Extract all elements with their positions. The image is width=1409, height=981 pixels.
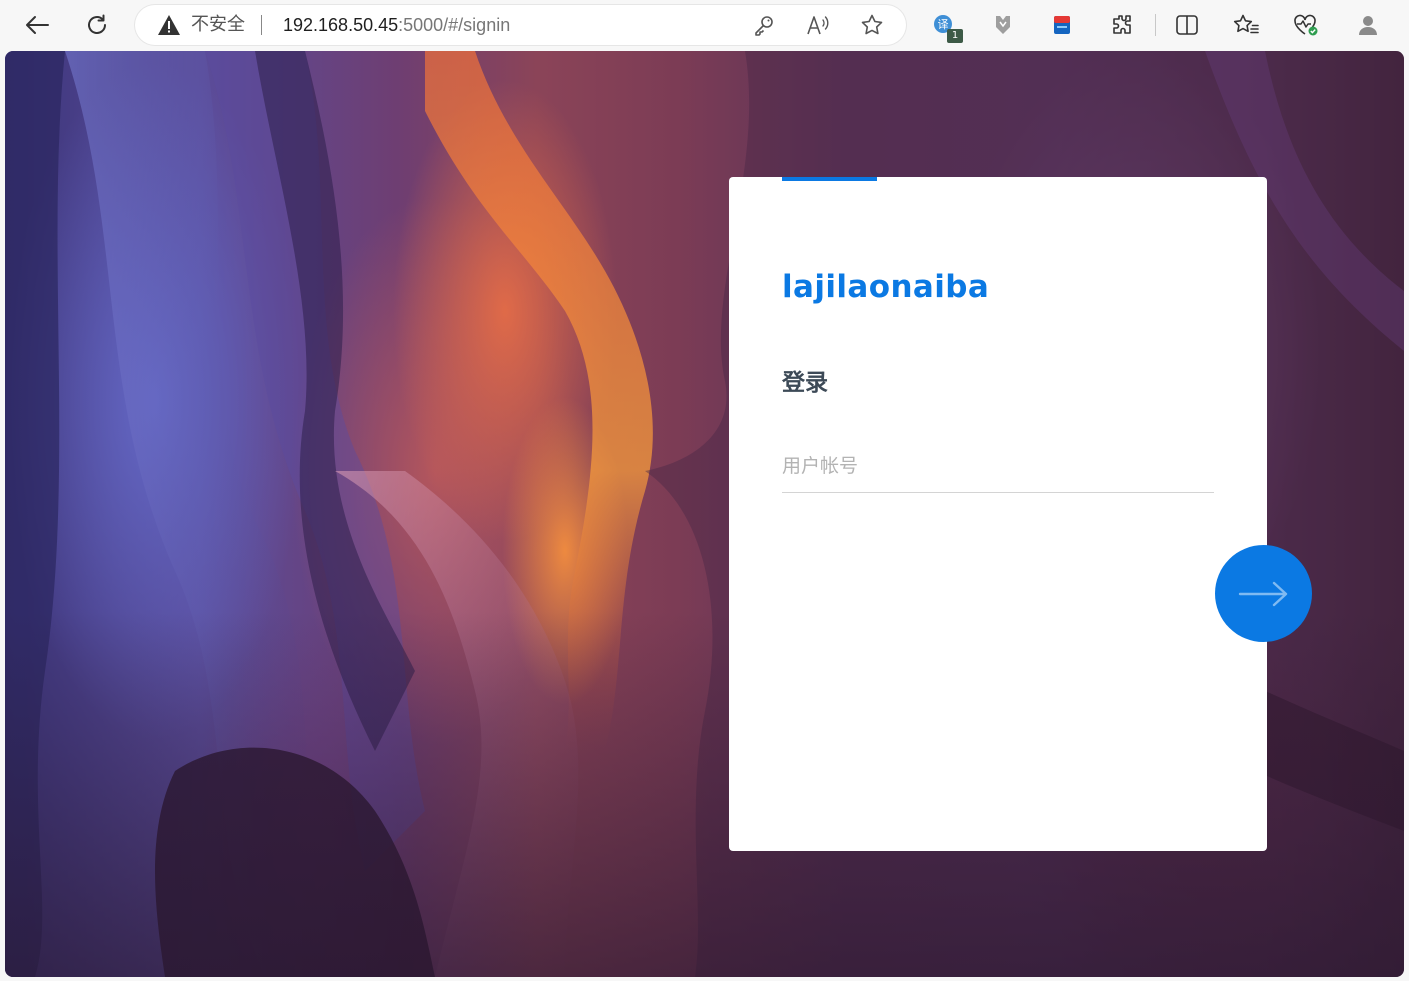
profile-icon[interactable]	[1350, 7, 1386, 43]
address-bar[interactable]: 不安全 192.168.50.45:5000/#/signin	[135, 5, 906, 45]
url-host: 192.168.50.45	[283, 15, 399, 35]
extension-badge: 1	[947, 29, 963, 43]
refresh-icon[interactable]	[79, 7, 115, 43]
heart-pulse-icon[interactable]	[1288, 7, 1324, 43]
shield-extension-icon[interactable]	[985, 7, 1021, 43]
favorites-icon[interactable]	[1228, 7, 1264, 43]
split-screen-icon[interactable]	[1169, 7, 1205, 43]
blue-extension-icon[interactable]	[1044, 7, 1080, 43]
url-text[interactable]: 192.168.50.45:5000/#/signin	[283, 14, 510, 36]
security-status-label[interactable]: 不安全	[191, 14, 245, 36]
key-icon[interactable]	[752, 13, 776, 37]
back-arrow-icon[interactable]	[19, 7, 55, 43]
toolbar-divider	[1155, 14, 1156, 36]
address-separator	[261, 15, 262, 35]
warning-icon[interactable]	[157, 14, 181, 36]
page-viewport: lajilaonaiba 登录	[5, 51, 1404, 977]
arrow-right-icon	[1238, 581, 1287, 606]
read-aloud-icon[interactable]	[806, 13, 830, 37]
card-accent-bar	[782, 177, 877, 181]
username-input[interactable]	[782, 439, 1214, 493]
url-path: :5000/#/signin	[398, 15, 511, 35]
puzzle-icon[interactable]	[1104, 7, 1140, 43]
star-icon[interactable]	[860, 13, 884, 37]
submit-button[interactable]	[1215, 545, 1312, 642]
browser-toolbar: 不安全 192.168.50.45:5000/#/signin 译 1	[0, 0, 1409, 50]
signin-title: 登录	[782, 370, 828, 396]
brand-name: lajilaonaiba	[782, 269, 990, 305]
login-card: lajilaonaiba 登录	[729, 177, 1267, 851]
